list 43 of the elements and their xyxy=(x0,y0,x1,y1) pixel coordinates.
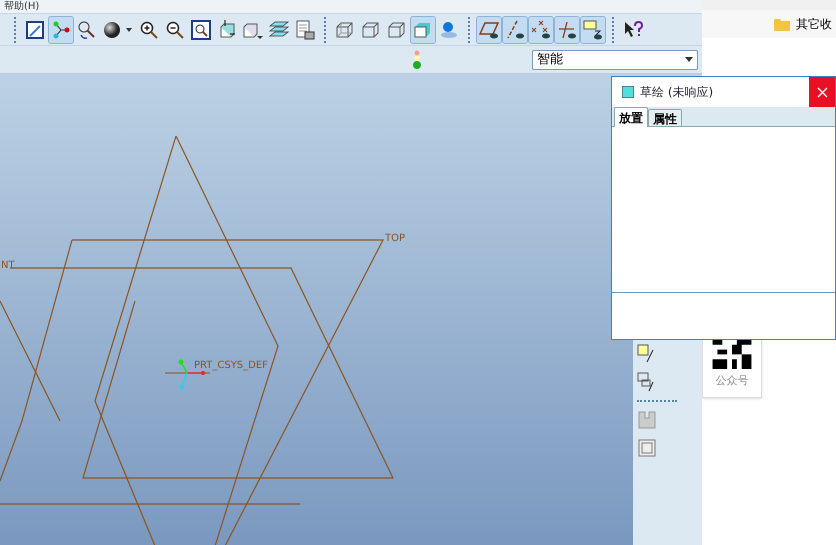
shell-icon xyxy=(637,438,657,458)
plane-label: TOP xyxy=(385,233,406,244)
toolbar-button[interactable] xyxy=(476,16,502,44)
close-icon xyxy=(816,86,828,98)
plane-label: NT xyxy=(1,260,15,271)
dialog-tab[interactable]: 属性 xyxy=(648,109,682,126)
spin-center-icon xyxy=(439,20,459,40)
wireframe-cube-icon xyxy=(361,20,381,40)
sphere-icon xyxy=(103,20,133,40)
card-caption: 公众号 xyxy=(716,373,748,389)
annotation-display-icon xyxy=(583,20,603,40)
folder-icon xyxy=(774,18,790,30)
plane-display-icon xyxy=(479,20,499,40)
axis-display-icon xyxy=(505,20,525,40)
wireframe-cube-icon xyxy=(387,20,407,40)
filter-dropdown[interactable]: 智能 xyxy=(532,50,698,70)
zoom-fit-icon xyxy=(191,20,211,40)
sheet-camera-icon xyxy=(295,20,315,40)
zoom-out-icon xyxy=(165,20,185,40)
layers-icon xyxy=(269,20,289,40)
zoom-in-icon xyxy=(139,20,159,40)
point-display-icon xyxy=(531,20,551,40)
bookmark-folder[interactable]: 其它收 xyxy=(796,15,832,33)
toolbar-button[interactable] xyxy=(410,16,436,44)
csys-display-icon xyxy=(557,20,577,40)
toolbar-button[interactable] xyxy=(528,16,554,44)
spin-icon xyxy=(77,20,97,40)
node-icon xyxy=(51,20,71,40)
help-menu[interactable]: 帮助(H) xyxy=(4,0,40,12)
wireframe-cube-icon xyxy=(335,20,355,40)
sketch-window-icon xyxy=(25,20,45,40)
dialog-tab[interactable]: 放置 xyxy=(614,107,648,127)
csys-label: PRT_CSYS_DEF xyxy=(194,360,268,371)
toolbar-button[interactable] xyxy=(580,16,606,44)
help-pointer-icon xyxy=(623,20,643,40)
traffic-light-icon xyxy=(412,50,422,70)
hole-icon xyxy=(637,410,657,430)
cube-icon xyxy=(622,86,634,98)
close-button[interactable] xyxy=(809,77,835,107)
caret-icon xyxy=(685,57,693,62)
dialog-title: 草绘 (未响应) xyxy=(640,84,714,101)
toolbar-button[interactable] xyxy=(554,16,580,44)
toolbar-button[interactable] xyxy=(502,16,528,44)
